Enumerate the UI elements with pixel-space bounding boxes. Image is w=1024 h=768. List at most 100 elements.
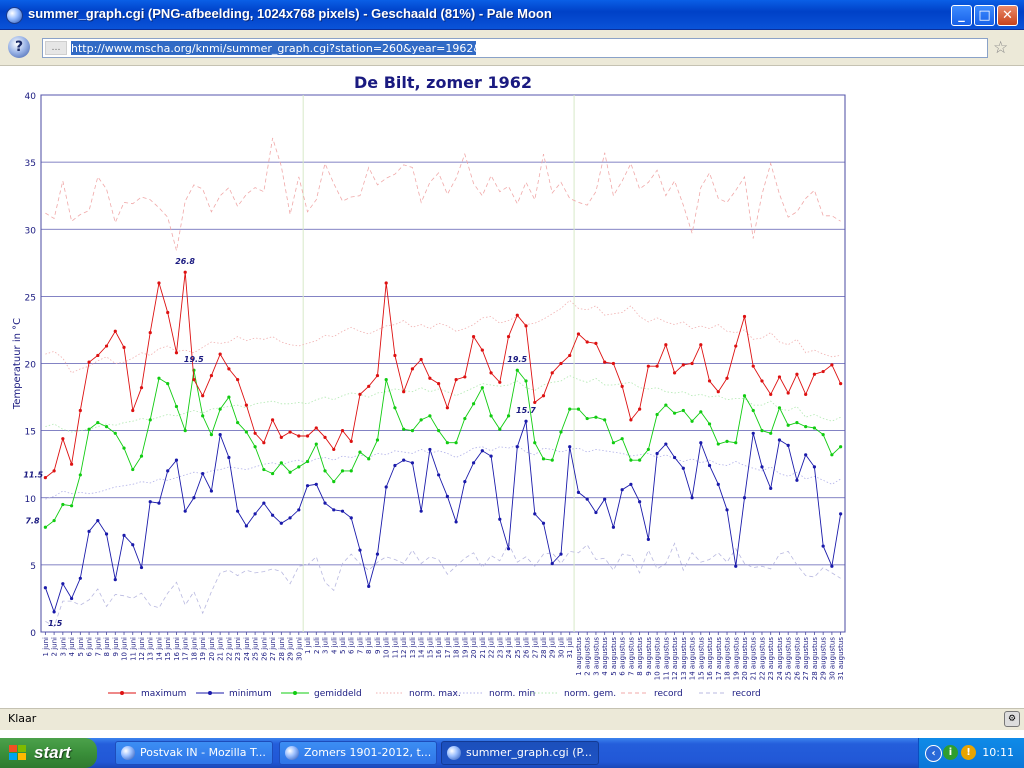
data-point <box>699 410 703 414</box>
address-bar[interactable]: … <box>42 38 988 58</box>
data-point <box>96 518 100 523</box>
data-point <box>157 281 161 285</box>
data-point <box>690 361 694 366</box>
data-point <box>332 480 336 484</box>
data-point <box>707 422 712 426</box>
url-input[interactable] <box>71 40 971 56</box>
taskbar-item-thunderbird[interactable]: Postvak IN - Mozilla T... <box>115 741 273 765</box>
data-point <box>122 345 126 349</box>
data-point <box>830 453 834 457</box>
data-point <box>297 434 301 438</box>
data-point <box>437 429 441 433</box>
data-point <box>629 418 633 422</box>
bookmark-star-icon[interactable]: ☆ <box>993 39 1008 57</box>
tray-chevron-icon[interactable]: ‹ <box>925 745 942 762</box>
data-point <box>113 329 117 333</box>
data-point <box>402 427 406 431</box>
data-point <box>489 454 493 458</box>
data-point <box>428 414 432 418</box>
maximize-button[interactable]: □ <box>974 5 995 26</box>
data-point <box>358 548 362 552</box>
data-point <box>384 485 388 489</box>
data-point <box>332 447 336 452</box>
data-point <box>244 430 248 434</box>
y-tick-label: 0 <box>30 629 36 639</box>
data-point <box>524 379 528 383</box>
x-tick-label: 26 augustus <box>793 637 801 681</box>
close-button[interactable]: ✕ <box>997 5 1018 26</box>
data-point <box>585 497 589 501</box>
y-tick-label: 10 <box>25 495 37 505</box>
x-tick-label: 30 juli <box>557 637 565 658</box>
data-point <box>463 416 467 421</box>
x-tick-label: 7 juni <box>94 637 102 656</box>
data-point <box>78 408 82 413</box>
data-label: 26.8 <box>175 257 195 266</box>
x-tick-label: 1 juli <box>304 637 312 654</box>
addon-icon[interactable]: ⚙ <box>1004 711 1020 727</box>
data-point <box>725 376 729 380</box>
tray-info-icon[interactable]: i <box>943 745 958 760</box>
data-point <box>681 466 685 470</box>
data-point <box>480 348 484 352</box>
data-point <box>830 363 834 367</box>
tray-alert-icon[interactable]: ! <box>961 745 976 760</box>
y-tick-label: 5 <box>30 562 36 572</box>
data-point <box>716 442 720 446</box>
data-label: 19.5 <box>507 355 527 364</box>
data-point <box>52 469 56 473</box>
data-point <box>87 427 91 431</box>
data-point <box>262 441 266 445</box>
data-point <box>174 351 179 355</box>
data-point <box>777 375 782 379</box>
data-point <box>576 407 581 411</box>
data-point <box>174 404 179 409</box>
data-point <box>664 343 668 347</box>
data-point <box>227 367 231 371</box>
x-tick-label: 5 juni <box>77 637 85 656</box>
x-tick-label: 28 juni <box>278 637 286 661</box>
data-point <box>646 364 650 368</box>
x-tick-label: 24 augustus <box>776 637 784 681</box>
data-point <box>139 386 144 390</box>
minimize-button[interactable]: _ <box>951 5 972 26</box>
start-label: start <box>34 743 71 762</box>
data-point <box>795 372 799 376</box>
help-icon[interactable]: ? <box>8 36 30 58</box>
x-tick-label: 27 juli <box>531 637 539 658</box>
data-point <box>279 435 283 439</box>
data-point <box>506 335 511 339</box>
data-point <box>52 518 56 523</box>
data-point <box>559 430 563 434</box>
data-point <box>218 407 222 411</box>
x-tick-label: 7 augustus <box>627 637 635 676</box>
taskbar-item-summer-graph[interactable]: summer_graph.cgi (P... <box>441 741 599 765</box>
data-point <box>323 435 327 439</box>
data-point <box>629 458 633 462</box>
data-point <box>603 418 607 422</box>
data-point <box>638 500 642 504</box>
data-point <box>96 353 100 358</box>
data-point <box>812 372 817 376</box>
data-point <box>716 390 720 394</box>
x-tick-label: 8 juli <box>365 637 373 654</box>
site-identity-icon[interactable]: … <box>45 41 67 55</box>
data-point <box>725 439 729 443</box>
taskbar-item-zomers[interactable]: Zomers 1901-2012, t... <box>279 741 437 765</box>
data-point <box>104 532 109 536</box>
start-button[interactable]: start <box>0 738 97 768</box>
x-tick-label: 5 augustus <box>610 637 618 676</box>
data-point <box>227 395 231 399</box>
data-point <box>166 310 170 315</box>
data-point <box>410 461 415 465</box>
x-tick-label: 19 juni <box>199 637 207 661</box>
data-point <box>804 424 808 429</box>
x-tick-label: 11 juni <box>129 637 137 661</box>
data-point <box>751 408 755 413</box>
data-point <box>594 415 598 419</box>
x-tick-label: 15 juni <box>164 637 172 661</box>
data-point <box>786 443 790 447</box>
data-point <box>629 482 633 486</box>
x-tick-label: 21 juni <box>217 637 225 661</box>
navigation-bar: ? … ☆ <box>0 30 1024 66</box>
